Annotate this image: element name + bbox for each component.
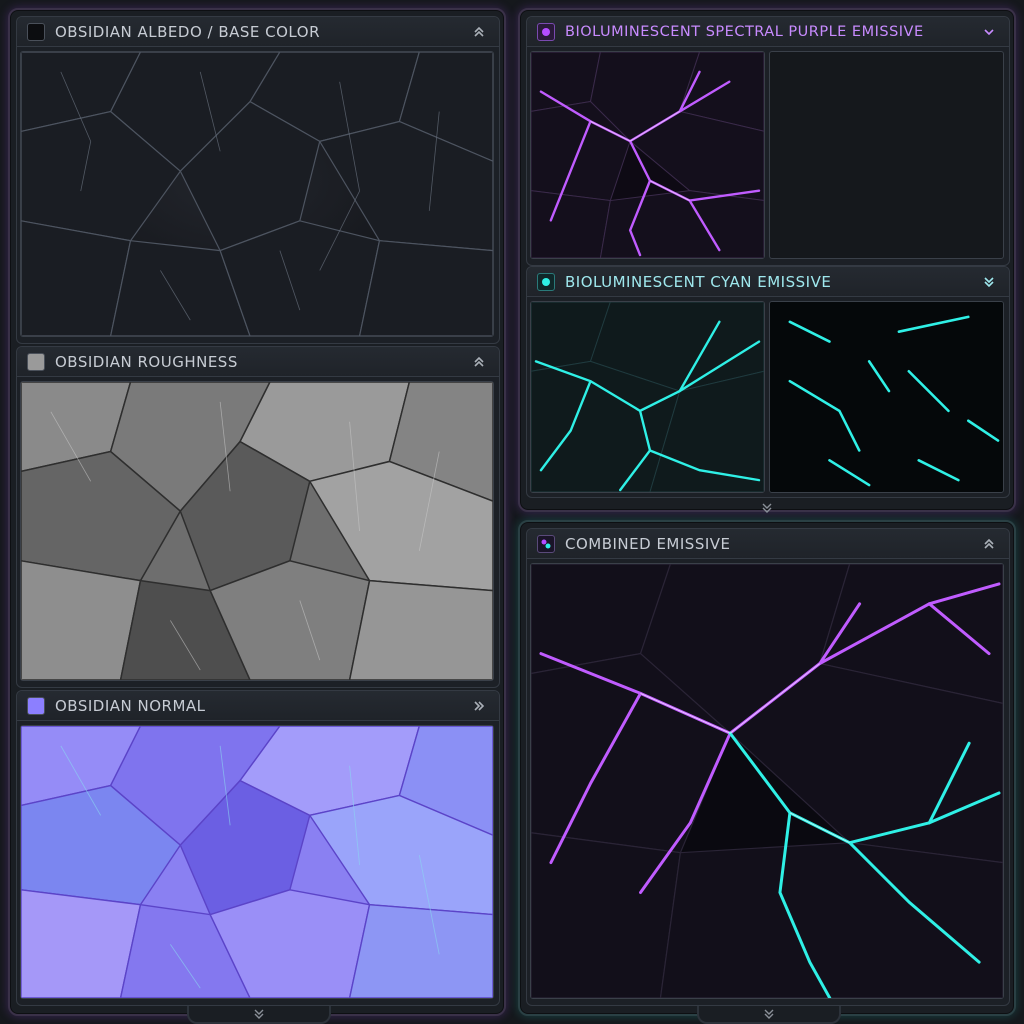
combined-expand-tab[interactable] bbox=[697, 1006, 841, 1024]
roughness-panel: OBSIDIAN ROUGHNESS bbox=[16, 346, 500, 688]
emissive-group-expand-tab[interactable] bbox=[682, 498, 852, 518]
right-column: BIOLUMINESCENT SPECTRAL PURPLE EMISSIVE bbox=[518, 8, 1016, 1024]
left-column: OBSIDIAN ALBEDO / BASE COLOR OBSIDIAN RO… bbox=[8, 8, 506, 1024]
combined-panel-title: COMBINED EMISSIVE bbox=[565, 534, 731, 553]
albedo-collapse-icon[interactable] bbox=[469, 22, 489, 42]
combined-emissive-texture-preview[interactable] bbox=[530, 563, 1004, 999]
left-column-expand-tab[interactable] bbox=[187, 1006, 331, 1024]
combined-swatch-icon bbox=[537, 534, 555, 553]
normal-panel: OBSIDIAN NORMAL bbox=[16, 690, 500, 1006]
albedo-swatch-icon bbox=[27, 22, 45, 41]
purple-panel-title: BIOLUMINESCENT SPECTRAL PURPLE EMISSIVE bbox=[565, 23, 924, 40]
roughness-swatch-icon bbox=[27, 352, 45, 371]
purple-emissive-panel: BIOLUMINESCENT SPECTRAL PURPLE EMISSIVE bbox=[526, 16, 1010, 266]
combined-panel-header[interactable]: COMBINED EMISSIVE bbox=[527, 529, 1009, 559]
albedo-panel: OBSIDIAN ALBEDO / BASE COLOR bbox=[16, 16, 500, 344]
normal-texture-preview[interactable] bbox=[20, 725, 494, 999]
cyan-panel-header[interactable]: BIOLUMINESCENT CYAN EMISSIVE bbox=[527, 267, 1009, 297]
roughness-collapse-icon[interactable] bbox=[469, 352, 489, 372]
combined-emissive-panel: COMBINED EMISSIVE bbox=[526, 528, 1010, 1006]
albedo-panel-header[interactable]: OBSIDIAN ALBEDO / BASE COLOR bbox=[17, 17, 499, 47]
purple-emissive-texture-preview[interactable] bbox=[530, 51, 765, 259]
roughness-panel-title: OBSIDIAN ROUGHNESS bbox=[55, 352, 238, 371]
chevron-down-double-icon bbox=[254, 1009, 264, 1019]
chevron-down-double-icon bbox=[764, 1009, 774, 1019]
normal-panel-title: OBSIDIAN NORMAL bbox=[55, 696, 206, 715]
normal-panel-header[interactable]: OBSIDIAN NORMAL bbox=[17, 691, 499, 721]
combined-collapse-icon[interactable] bbox=[979, 534, 999, 554]
chevron-down-double-icon bbox=[762, 503, 772, 513]
purple-panel-header[interactable]: BIOLUMINESCENT SPECTRAL PURPLE EMISSIVE bbox=[527, 17, 1009, 47]
albedo-panel-title: OBSIDIAN ALBEDO / BASE COLOR bbox=[55, 22, 320, 41]
cyan-emissive-texture-preview-b[interactable] bbox=[769, 301, 1004, 493]
cyan-emissive-panel: BIOLUMINESCENT CYAN EMISSIVE bbox=[526, 266, 1010, 498]
cyan-swatch-icon bbox=[537, 272, 555, 291]
purple-swatch-icon bbox=[537, 22, 555, 41]
purple-emissive-empty-slot[interactable] bbox=[769, 51, 1004, 259]
cyan-panel-title: BIOLUMINESCENT CYAN EMISSIVE bbox=[565, 272, 832, 291]
cyan-emissive-texture-preview-a[interactable] bbox=[530, 301, 765, 493]
purple-collapse-icon[interactable] bbox=[979, 22, 999, 42]
cyan-collapse-icon[interactable] bbox=[979, 272, 999, 292]
roughness-texture-preview[interactable] bbox=[20, 381, 494, 681]
roughness-panel-header[interactable]: OBSIDIAN ROUGHNESS bbox=[17, 347, 499, 377]
albedo-texture-preview[interactable] bbox=[20, 51, 494, 337]
normal-expand-icon[interactable] bbox=[469, 696, 489, 716]
normal-swatch-icon bbox=[27, 696, 45, 715]
